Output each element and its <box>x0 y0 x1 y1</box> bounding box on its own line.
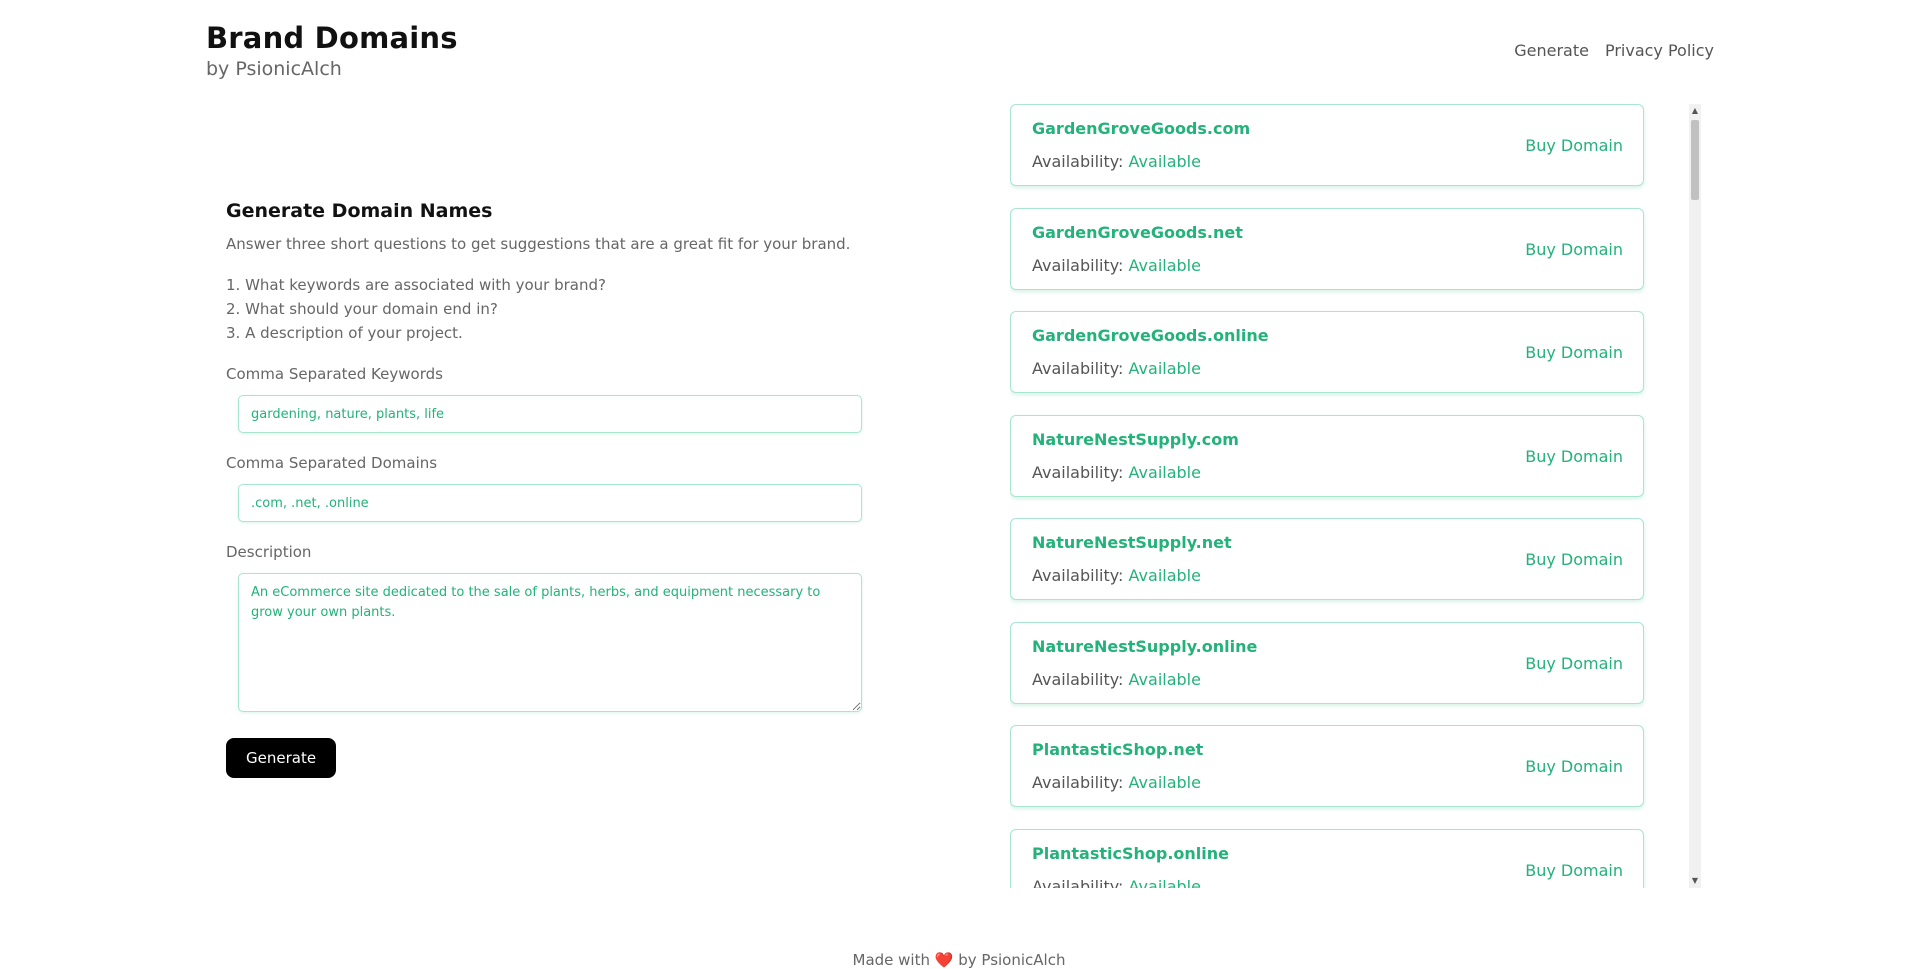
generate-button[interactable]: Generate <box>226 738 337 778</box>
site-footer: Made with ❤️ by PsionicAlch <box>0 951 1918 969</box>
keywords-label: Comma Separated Keywords <box>226 365 443 383</box>
availability-label: Availability: <box>1032 773 1129 792</box>
domain-card: NatureNestSupply.com Availability: Avail… <box>1010 414 1644 497</box>
scroll-down-arrow-icon[interactable]: ▼ <box>1689 874 1701 888</box>
availability-status: Available <box>1128 359 1201 378</box>
domain-name: GardenGroveGoods.com <box>1032 119 1251 138</box>
domain-name: PlantasticShop.online <box>1032 843 1230 863</box>
availability-label: Availability: <box>1032 876 1129 889</box>
heart-icon: ❤️ <box>934 951 954 969</box>
availability-status: Available <box>1128 876 1201 889</box>
domain-name: PlantasticShop.net <box>1032 740 1204 759</box>
brand-title: Brand Domains <box>206 21 458 55</box>
results-list: GardenGroveGoods.com Availability: Avail… <box>1010 104 1646 888</box>
availability-text: Availability: Available <box>1032 566 1201 585</box>
domain-card: NatureNestSupply.online Availability: Av… <box>1010 621 1644 704</box>
availability-label: Availability: <box>1032 669 1129 689</box>
scrollbar-thumb[interactable] <box>1691 120 1699 200</box>
availability-status: Available <box>1128 773 1201 792</box>
generate-form: Generate Domain Names Answer three short… <box>226 198 866 778</box>
domain-name: NatureNestSupply.com <box>1032 429 1239 449</box>
availability-status: Available <box>1128 462 1201 482</box>
step-item: 2. What should your domain end in? <box>226 300 498 318</box>
keywords-input[interactable] <box>238 395 862 433</box>
availability-status: Available <box>1128 152 1201 171</box>
domain-card: GardenGroveGoods.net Availability: Avail… <box>1010 207 1644 290</box>
availability-label: Availability: <box>1032 152 1129 171</box>
footer-prefix: Made with <box>852 951 930 969</box>
buy-domain-link[interactable]: Buy Domain <box>1525 757 1623 776</box>
availability-label: Availability: <box>1032 566 1129 585</box>
availability-status: Available <box>1128 255 1201 275</box>
domain-card: PlantasticShop.online Availability: Avai… <box>1010 828 1644 889</box>
description-textarea[interactable]: An eCommerce site dedicated to the sale … <box>238 573 862 712</box>
footer-suffix: by PsionicAlch <box>958 951 1066 969</box>
nav-generate-link[interactable]: Generate <box>1514 41 1589 60</box>
domain-name: GardenGroveGoods.net <box>1032 222 1243 242</box>
buy-domain-link[interactable]: Buy Domain <box>1525 343 1623 362</box>
domain-card: GardenGroveGoods.com Availability: Avail… <box>1010 104 1644 186</box>
availability-text: Availability: Available <box>1032 359 1201 378</box>
availability-text: Availability: Available <box>1032 670 1201 689</box>
buy-domain-link[interactable]: Buy Domain <box>1525 447 1623 466</box>
step-item: 1. What keywords are associated with you… <box>226 276 606 294</box>
description-label: Description <box>226 543 312 561</box>
site-header: Brand Domains by PsionicAlch <box>206 20 458 82</box>
availability-status: Available <box>1128 669 1201 689</box>
buy-domain-link[interactable]: Buy Domain <box>1525 550 1623 569</box>
buy-domain-link[interactable]: Buy Domain <box>1525 654 1623 673</box>
availability-text: Availability: Available <box>1032 877 1201 889</box>
availability-label: Availability: <box>1032 359 1129 378</box>
step-item: 3. A description of your project. <box>226 324 463 342</box>
scroll-up-arrow-icon[interactable]: ▲ <box>1689 104 1701 118</box>
availability-status: Available <box>1128 566 1201 585</box>
results-scrollbar[interactable]: ▲ ▼ <box>1689 104 1701 888</box>
buy-domain-link[interactable]: Buy Domain <box>1525 240 1623 259</box>
results-panel[interactable]: GardenGroveGoods.com Availability: Avail… <box>1010 104 1700 888</box>
steps-list: 1. What keywords are associated with you… <box>226 273 866 345</box>
domain-name: NatureNestSupply.online <box>1032 636 1258 656</box>
top-nav: Generate Privacy Policy <box>1514 41 1714 60</box>
availability-text: Availability: Available <box>1032 773 1201 792</box>
form-title: Generate Domain Names <box>226 200 493 222</box>
domain-card: GardenGroveGoods.online Availability: Av… <box>1010 311 1644 393</box>
domain-card: NatureNestSupply.net Availability: Avail… <box>1010 518 1644 600</box>
domains-input[interactable] <box>238 484 862 522</box>
domain-card: PlantasticShop.net Availability: Availab… <box>1010 725 1644 807</box>
buy-domain-link[interactable]: Buy Domain <box>1525 861 1623 880</box>
nav-privacy-policy-link[interactable]: Privacy Policy <box>1605 41 1714 60</box>
brand-subtitle: by PsionicAlch <box>206 58 342 80</box>
availability-text: Availability: Available <box>1032 463 1201 482</box>
form-description: Answer three short questions to get sugg… <box>226 235 851 253</box>
buy-domain-link[interactable]: Buy Domain <box>1525 136 1623 155</box>
availability-text: Availability: Available <box>1032 256 1201 275</box>
availability-label: Availability: <box>1032 255 1129 275</box>
domains-label: Comma Separated Domains <box>226 454 438 472</box>
availability-label: Availability: <box>1032 462 1129 482</box>
domain-name: NatureNestSupply.net <box>1032 533 1232 552</box>
availability-text: Availability: Available <box>1032 152 1201 171</box>
domain-name: GardenGroveGoods.online <box>1032 326 1269 345</box>
